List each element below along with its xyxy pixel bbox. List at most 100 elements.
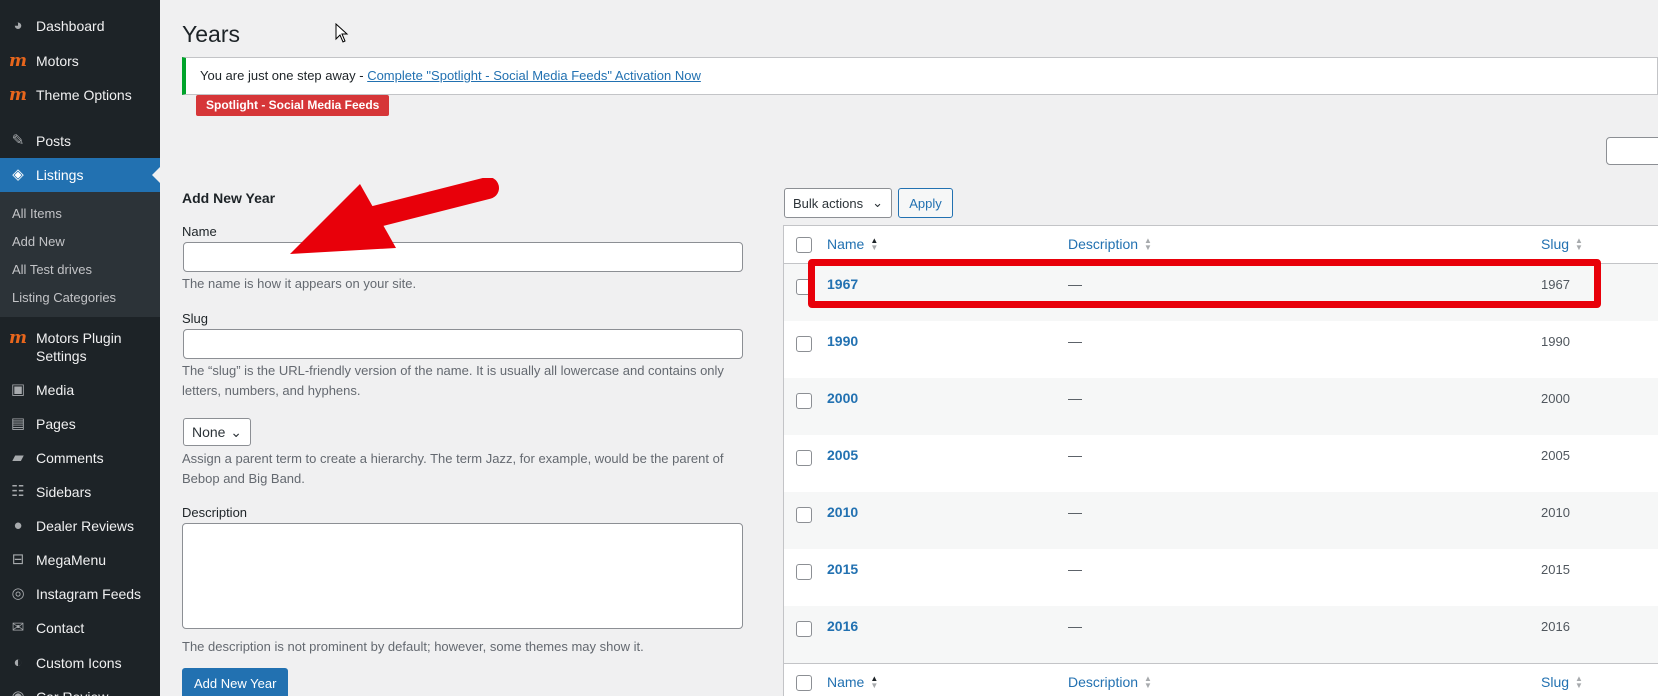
- term-description: —: [1068, 390, 1082, 406]
- submenu-listing-categories[interactable]: Listing Categories: [12, 290, 116, 305]
- bulk-actions-select[interactable]: Bulk actions ⌄: [784, 188, 892, 218]
- apply-button[interactable]: Apply: [898, 188, 953, 218]
- sort-icon: ▲ ▼: [1144, 674, 1152, 690]
- menu-megamenu[interactable]: ⊟ MegaMenu: [0, 551, 160, 569]
- spotlight-badge[interactable]: Spotlight - Social Media Feeds: [196, 95, 390, 116]
- add-new-year-button[interactable]: Add New Year: [182, 668, 289, 696]
- slug-label: Slug: [182, 311, 209, 326]
- description-label: Description: [182, 505, 248, 520]
- select-all-checkbox[interactable]: [796, 237, 812, 253]
- menu-custom-icons[interactable]: ◐ Custom Icons: [0, 654, 160, 672]
- table-row: 2016 — 2016: [784, 606, 1658, 663]
- name-column-header[interactable]: Name ▲ ▼: [827, 236, 878, 252]
- term-slug: 1990: [1541, 334, 1570, 349]
- chevron-down-icon: ⌄: [230, 423, 242, 440]
- name-hint: The name is how it appears on your site.: [182, 276, 417, 291]
- menu-motors-plugin-settings[interactable]: m Motors Plugin Settings: [0, 329, 160, 365]
- term-slug: 2005: [1541, 448, 1570, 463]
- submenu-add-new[interactable]: Add New: [12, 234, 65, 249]
- activation-notice: You are just one step away - Complete "S…: [182, 57, 1658, 95]
- sort-icon: ▲ ▼: [1144, 236, 1152, 252]
- description-column-footer[interactable]: Description ▲ ▼: [1068, 674, 1152, 690]
- parent-term-select[interactable]: None ⌄: [183, 418, 251, 446]
- slug-hint: The “slug” is the URL-friendly version o…: [182, 363, 724, 398]
- listings-icon: ◈: [12, 166, 24, 183]
- term-name-link[interactable]: 2015: [827, 561, 858, 577]
- table-footer: Name ▲ ▼ Description ▲ ▼ Slug ▲ ▼: [784, 663, 1658, 696]
- submenu-all-test-drives[interactable]: All Test drives: [12, 262, 92, 277]
- slug-input[interactable]: [183, 329, 743, 359]
- name-column-footer[interactable]: Name ▲ ▼: [827, 674, 878, 690]
- bulk-actions-label: Bulk actions: [793, 195, 864, 211]
- menu-theme-options[interactable]: m Theme Options: [0, 86, 160, 104]
- row-checkbox[interactable]: [796, 507, 812, 523]
- description-column-header[interactable]: Description ▲ ▼: [1068, 236, 1152, 252]
- red-arrow-annotation: [290, 178, 499, 254]
- menu-comments[interactable]: ▰ Comments: [0, 449, 160, 467]
- pin-icon: ✎: [11, 132, 25, 149]
- term-description: —: [1068, 333, 1082, 349]
- row-checkbox[interactable]: [796, 336, 812, 352]
- term-name-link[interactable]: 2000: [827, 390, 858, 406]
- motors-brand-icon: m: [9, 328, 27, 348]
- table-row: 2005 — 2005: [784, 435, 1658, 492]
- parent-term-value: None: [192, 424, 226, 440]
- menu-dealer-reviews[interactable]: ● Dealer Reviews: [0, 517, 160, 535]
- term-name-link[interactable]: 2016: [827, 618, 858, 634]
- name-label: Name: [182, 224, 217, 239]
- slug-column-header[interactable]: Slug ▲ ▼: [1541, 236, 1583, 252]
- activation-link[interactable]: Complete "Spotlight - Social Media Feeds…: [367, 68, 701, 83]
- term-slug: 2016: [1541, 619, 1570, 634]
- custom-icons-icon: ◐: [13, 654, 23, 671]
- megamenu-icon: ⊟: [11, 551, 25, 568]
- menu-sidebars[interactable]: ☷ Sidebars: [0, 483, 160, 501]
- slug-column-footer[interactable]: Slug ▲ ▼: [1541, 674, 1583, 690]
- menu-car-review[interactable]: ◉ Car Review: [0, 688, 160, 696]
- form-heading: Add New Year: [182, 190, 276, 206]
- menu-instagram-feeds[interactable]: ◎ Instagram Feeds: [0, 585, 160, 603]
- table-row: 2000 — 2000: [784, 378, 1658, 435]
- chevron-down-icon: ⌄: [872, 195, 883, 210]
- term-name-link[interactable]: 1990: [827, 333, 858, 349]
- menu-media[interactable]: ▣ Media: [0, 381, 160, 399]
- table-row: 1990 — 1990: [784, 321, 1658, 378]
- term-slug: 2000: [1541, 391, 1570, 406]
- media-icon: ▣: [10, 381, 26, 398]
- car-review-icon: ◉: [8, 688, 28, 696]
- submenu-all-items[interactable]: All Items: [12, 206, 62, 221]
- menu-listings[interactable]: ◈ Listings: [0, 158, 160, 192]
- instagram-icon: ◎: [11, 585, 25, 602]
- term-slug: 2010: [1541, 505, 1570, 520]
- comments-icon: ▰: [12, 449, 24, 466]
- users-icon: ●: [13, 517, 23, 534]
- description-textarea[interactable]: [182, 523, 743, 629]
- term-name-link[interactable]: 2010: [827, 504, 858, 520]
- mail-icon: ✉: [11, 619, 25, 636]
- term-name-link[interactable]: 2005: [827, 447, 858, 463]
- term-slug: 2015: [1541, 562, 1570, 577]
- dashboard-icon: ◕: [13, 17, 23, 34]
- term-description: —: [1068, 618, 1082, 634]
- page-title: Years: [182, 21, 240, 47]
- menu-dashboard[interactable]: ◕ Dashboard: [0, 17, 160, 35]
- table-row: 2010 — 2010: [784, 492, 1658, 549]
- menu-posts[interactable]: ✎ Posts: [0, 132, 160, 150]
- select-all-checkbox[interactable]: [796, 675, 812, 691]
- row-checkbox[interactable]: [796, 393, 812, 409]
- menu-motors[interactable]: m Motors: [0, 52, 160, 70]
- menu-pages[interactable]: ▤ Pages: [0, 415, 160, 433]
- notice-text: You are just one step away -: [200, 68, 368, 83]
- term-description: —: [1068, 447, 1082, 463]
- description-hint: The description is not prominent by defa…: [182, 639, 644, 654]
- row-checkbox[interactable]: [796, 621, 812, 637]
- sort-icon: ▲ ▼: [1575, 236, 1583, 252]
- row-checkbox[interactable]: [796, 564, 812, 580]
- search-terms-input[interactable]: [1606, 137, 1658, 165]
- motors-brand-icon: m: [9, 51, 27, 71]
- mouse-cursor-icon: [335, 23, 349, 43]
- parent-hint: Assign a parent term to create a hierarc…: [182, 451, 724, 486]
- menu-contact[interactable]: ✉ Contact: [0, 619, 160, 637]
- row-checkbox[interactable]: [796, 450, 812, 466]
- highlight-annotation-box: [808, 259, 1601, 308]
- term-description: —: [1068, 504, 1082, 520]
